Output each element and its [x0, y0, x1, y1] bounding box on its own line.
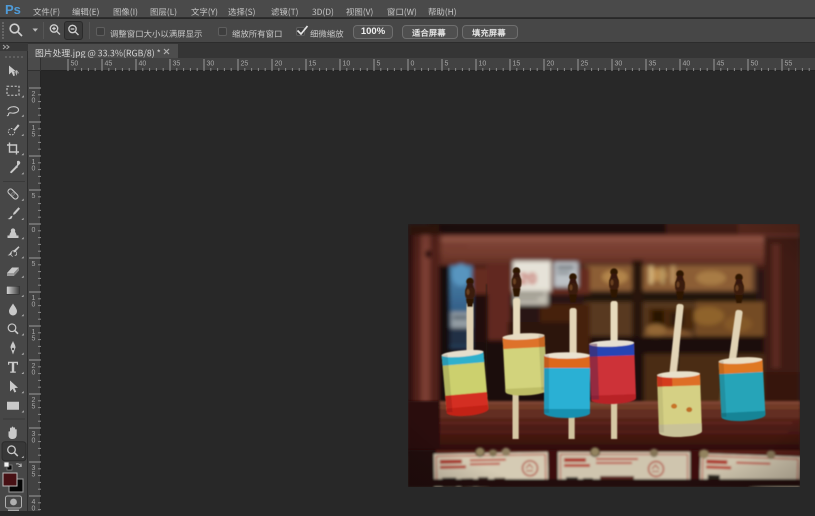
svg-text:10: 10 — [479, 61, 487, 68]
svg-text:5: 5 — [32, 472, 36, 479]
svg-text:55: 55 — [785, 61, 793, 68]
svg-text:5: 5 — [32, 193, 36, 200]
svg-text:5: 5 — [32, 336, 36, 343]
svg-text:0: 0 — [32, 438, 36, 445]
svg-text:25: 25 — [241, 61, 249, 68]
svg-text:40: 40 — [683, 61, 691, 68]
svg-text:0: 0 — [32, 227, 36, 234]
svg-text:50: 50 — [71, 61, 79, 68]
svg-text:30: 30 — [615, 61, 623, 68]
svg-text:5: 5 — [32, 261, 36, 268]
svg-text:20: 20 — [275, 61, 283, 68]
svg-text:40: 40 — [139, 61, 147, 68]
svg-text:0: 0 — [32, 98, 36, 105]
svg-text:0: 0 — [32, 370, 36, 377]
svg-text:25: 25 — [581, 61, 589, 68]
svg-text:50: 50 — [751, 61, 759, 68]
svg-text:15: 15 — [309, 61, 317, 68]
svg-text:10: 10 — [343, 61, 351, 68]
svg-text:5: 5 — [32, 132, 36, 139]
svg-text:0: 0 — [32, 166, 36, 173]
svg-text:5: 5 — [445, 61, 449, 68]
svg-text:35: 35 — [649, 61, 657, 68]
svg-text:15: 15 — [513, 61, 521, 68]
svg-text:0: 0 — [32, 302, 36, 309]
svg-text:0: 0 — [411, 61, 415, 68]
svg-text:0: 0 — [32, 506, 36, 512]
svg-text:5: 5 — [32, 404, 36, 411]
svg-text:45: 45 — [105, 61, 113, 68]
svg-text:45: 45 — [717, 61, 725, 68]
svg-text:35: 35 — [173, 61, 181, 68]
svg-text:20: 20 — [547, 61, 555, 68]
svg-text:30: 30 — [207, 61, 215, 68]
svg-text:5: 5 — [377, 61, 381, 68]
